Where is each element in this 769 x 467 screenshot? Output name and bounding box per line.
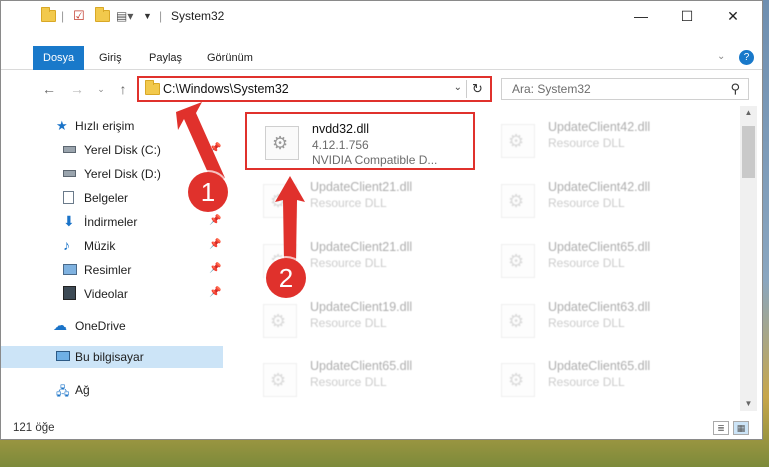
ribbon-tabs: Dosya Giriş Paylaş Görünüm ⌄ ? <box>1 46 762 70</box>
navigation-bar: ← → ⌄ ↑ C:\Windows\System32 ⌄ ↻ Ara: Sys… <box>1 76 762 102</box>
pin-icon[interactable]: 📌 <box>209 263 221 274</box>
address-text: C:\Windows\System32 <box>163 82 289 96</box>
dll-file-icon <box>501 184 535 218</box>
view-switcher: ≣ ▦ <box>713 421 749 435</box>
new-folder-icon[interactable] <box>95 7 110 24</box>
step-2-badge: 2 <box>266 258 306 298</box>
pin-icon[interactable]: 📌 <box>209 143 221 154</box>
sidebar-item-network[interactable]: 🖧 Ağ <box>1 379 223 401</box>
up-arrow-icon[interactable]: ↑ <box>113 78 133 100</box>
file-name: nvdd32.dll <box>312 122 369 136</box>
sidebar-item-pictures[interactable]: Resimler 📌 <box>1 259 223 281</box>
title-bar: | ☑ ▤▾ ▼ | System32 — ☐ ✕ <box>1 1 762 31</box>
scroll-up-icon[interactable]: ▲ <box>740 106 757 120</box>
sidebar-item-downloads[interactable]: ⬇ İndirmeler 📌 <box>1 211 223 233</box>
computer-icon <box>56 351 70 361</box>
file-item[interactable]: UpdateClient19.dll Resource DLL <box>245 292 470 350</box>
dll-file-icon <box>263 184 297 218</box>
maximize-button[interactable]: ☐ <box>664 1 710 31</box>
cloud-icon: ☁ <box>53 317 67 333</box>
step-1-badge: 1 <box>188 172 228 212</box>
file-item[interactable]: UpdateClient42.dll Resource DLL <box>483 112 708 170</box>
sidebar-item-drive-c[interactable]: Yerel Disk (C:) 📌 <box>1 139 223 161</box>
folder-icon <box>145 80 160 95</box>
properties-icon[interactable]: ☑ <box>73 8 85 24</box>
picture-icon <box>63 264 77 275</box>
pin-icon[interactable]: 📌 <box>209 239 221 250</box>
file-item[interactable]: UpdateClient65.dll Resource DLL <box>483 232 708 290</box>
navigation-pane: ★ Hızlı erişim Yerel Disk (C:) 📌 Yerel D… <box>1 111 223 406</box>
star-icon: ★ <box>56 118 68 133</box>
file-description: NVIDIA Compatible D... <box>312 153 438 167</box>
address-dropdown-icon[interactable]: ⌄ <box>454 82 462 93</box>
help-icon[interactable]: ? <box>739 50 754 65</box>
sidebar-item-this-pc[interactable]: Bu bilgisayar <box>1 346 223 368</box>
dll-file-icon <box>501 124 535 158</box>
tab-file[interactable]: Dosya <box>33 46 85 70</box>
qa-dropdown-icon[interactable]: ▼ <box>143 8 152 24</box>
file-version: 4.12.1.756 <box>312 138 369 152</box>
music-icon: ♪ <box>63 237 70 253</box>
search-icon: ⚲ <box>730 81 740 96</box>
back-arrow-icon[interactable]: ← <box>39 78 59 100</box>
dll-file-icon <box>265 126 299 160</box>
separator: | <box>159 9 163 23</box>
window-title: System32 <box>171 9 225 23</box>
address-bar[interactable]: C:\Windows\System32 ⌄ ↻ <box>137 76 492 102</box>
folder-icon <box>41 7 56 24</box>
minimize-button[interactable]: — <box>618 1 664 31</box>
sidebar-item-videos[interactable]: Videolar 📌 <box>1 283 223 305</box>
download-icon: ⬇ <box>63 213 75 229</box>
pin-icon[interactable]: 📌 <box>209 215 221 226</box>
dll-file-icon <box>263 304 297 338</box>
item-count: 121 öğe <box>13 422 55 434</box>
document-icon <box>63 191 74 204</box>
separator: | <box>61 9 65 23</box>
file-list: nvdd32.dll 4.12.1.756 NVIDIA Compatible … <box>233 106 738 406</box>
file-item[interactable]: UpdateClient63.dll Resource DLL <box>483 292 708 350</box>
file-item[interactable]: UpdateClient65.dll Resource DLL <box>245 351 470 406</box>
drive-icon <box>63 146 76 153</box>
tab-home[interactable]: Giriş <box>89 46 132 70</box>
sidebar-item-quick-access[interactable]: ★ Hızlı erişim <box>1 115 223 137</box>
large-icons-view-icon[interactable]: ▦ <box>733 421 749 435</box>
sidebar-item-music[interactable]: ♪ Müzik 📌 <box>1 235 223 257</box>
explorer-window: | ☑ ▤▾ ▼ | System32 — ☐ ✕ Dosya Giriş Pa… <box>0 0 763 440</box>
scroll-down-icon[interactable]: ▼ <box>740 397 757 411</box>
tab-share[interactable]: Paylaş <box>139 46 192 70</box>
network-icon: 🖧 <box>56 384 70 398</box>
dll-file-icon <box>501 363 535 397</box>
file-item-nvdd32[interactable]: nvdd32.dll 4.12.1.756 NVIDIA Compatible … <box>245 112 475 170</box>
drive-icon <box>63 170 76 177</box>
search-input[interactable]: Ara: System32 ⚲ <box>501 78 749 100</box>
details-view-icon[interactable]: ≣ <box>713 421 729 435</box>
recent-dropdown-icon[interactable]: ⌄ <box>91 78 111 100</box>
tab-view[interactable]: Görünüm <box>197 46 263 70</box>
file-item[interactable]: UpdateClient65.dll Resource DLL <box>483 351 708 406</box>
file-item[interactable]: UpdateClient21.dll Resource DLL <box>245 172 470 230</box>
dll-file-icon <box>501 304 535 338</box>
pin-icon[interactable]: 📌 <box>209 287 221 298</box>
dll-file-icon <box>263 363 297 397</box>
sidebar-item-onedrive[interactable]: ☁ OneDrive <box>1 315 223 337</box>
scrollbar-thumb[interactable] <box>742 126 755 178</box>
close-button[interactable]: ✕ <box>710 1 756 31</box>
file-item[interactable]: UpdateClient42.dll Resource DLL <box>483 172 708 230</box>
search-placeholder: Ara: System32 <box>512 82 591 96</box>
expand-ribbon-icon[interactable]: ⌄ <box>717 51 725 62</box>
video-icon <box>63 286 76 300</box>
vertical-scrollbar[interactable]: ▲ ▼ <box>740 106 757 411</box>
forward-arrow-icon[interactable]: → <box>67 78 87 100</box>
customize-icon[interactable]: ▤▾ <box>116 8 133 24</box>
refresh-icon[interactable]: ↻ <box>466 80 488 98</box>
dll-file-icon <box>501 244 535 278</box>
